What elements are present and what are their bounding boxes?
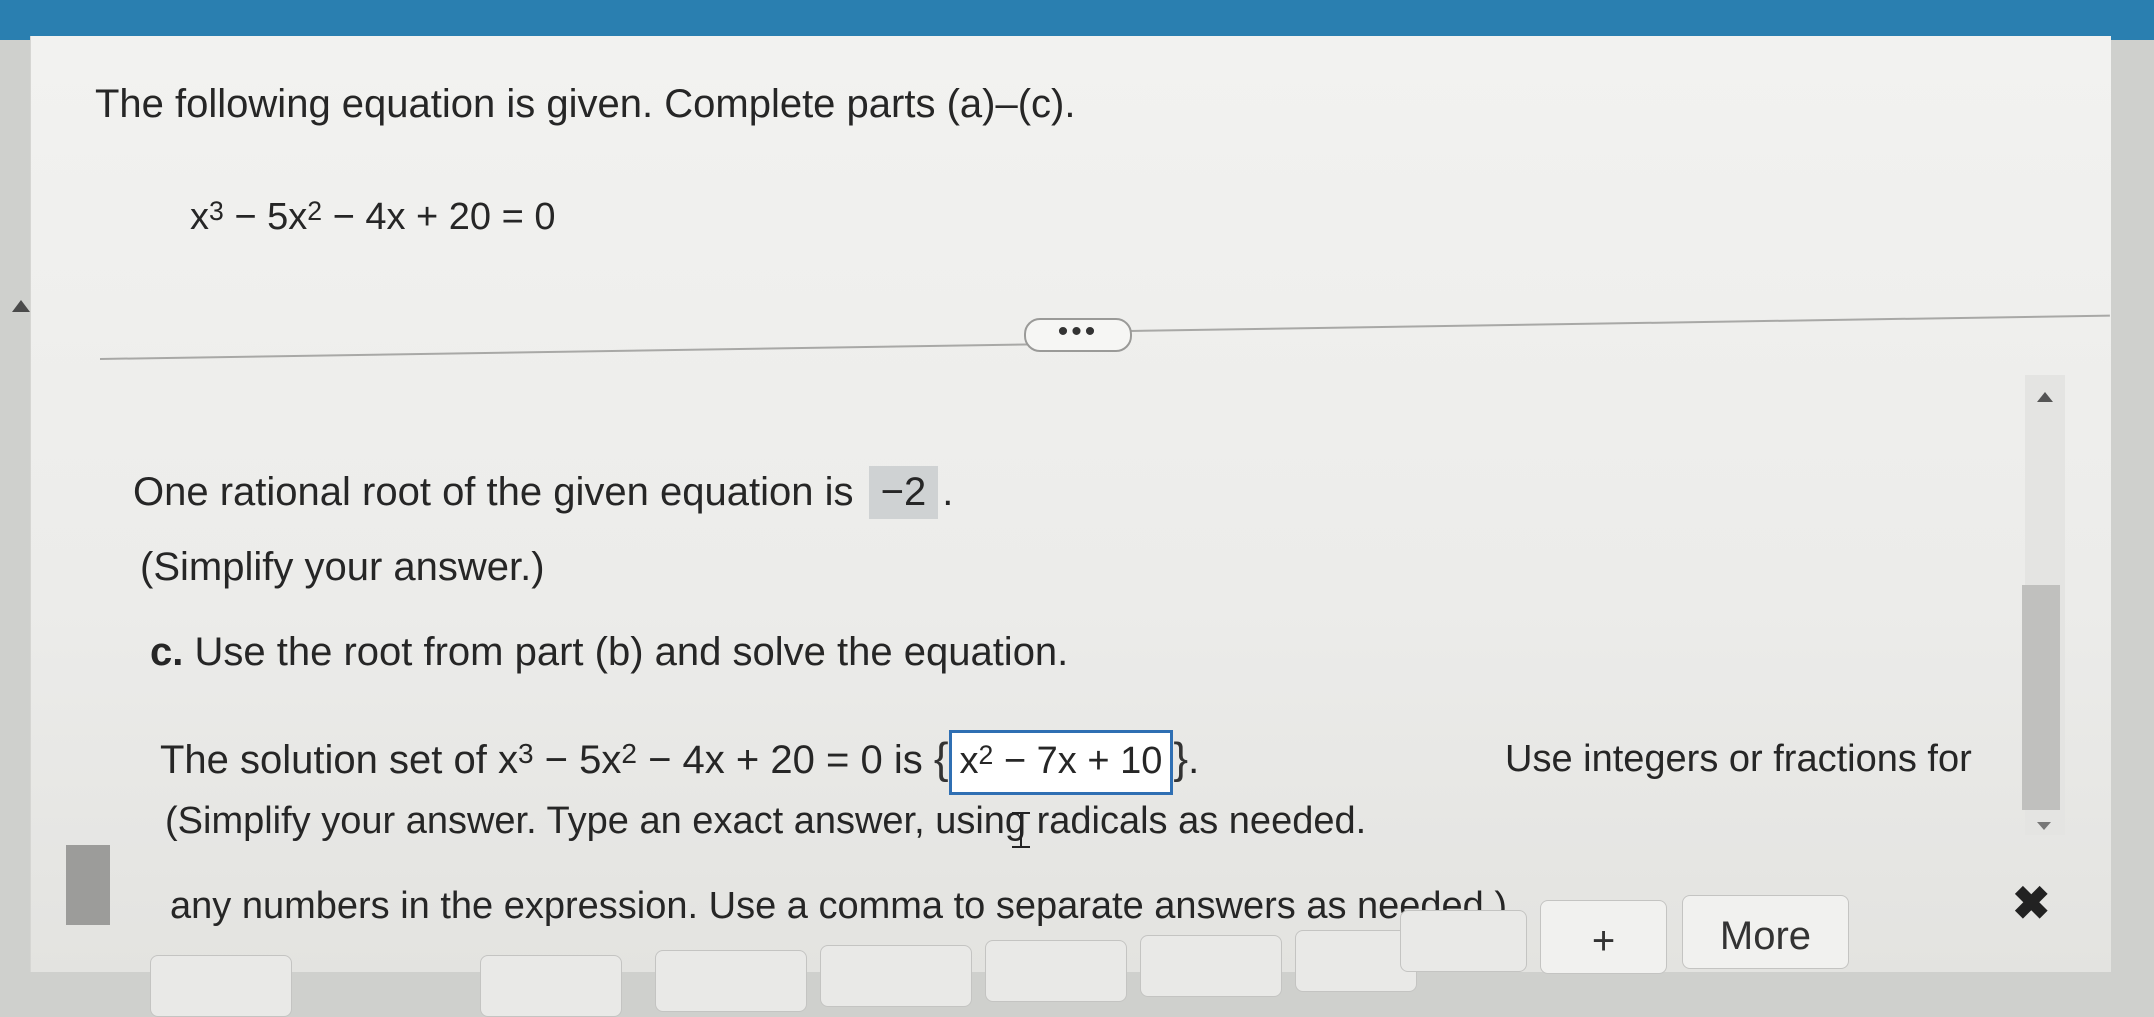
top-bar	[0, 0, 2154, 40]
instruction-line-2: (Simplify your answer. Type an exact ans…	[165, 800, 1367, 842]
part-b-answer: −2	[868, 466, 939, 519]
instruction-line-3: any numbers in the expression. Use a com…	[170, 885, 1508, 927]
plus-button[interactable]: +	[1540, 900, 1667, 974]
part-b-text: One rational root of the given equation …	[133, 470, 854, 514]
solution-input[interactable]: x2 − 7x + 10	[948, 730, 1174, 795]
part-c-letter: c.	[150, 630, 184, 674]
math-tool-button[interactable]	[1140, 935, 1282, 997]
part-c-heading: c. Use the root from part (b) and solve …	[150, 630, 1068, 675]
math-tool-button[interactable]	[150, 955, 292, 1017]
part-c-instruction: Use the root from part (b) and solve the…	[194, 630, 1069, 674]
close-icon[interactable]: ✖	[2012, 876, 2051, 930]
math-tool-button[interactable]	[655, 950, 807, 1012]
matrix-tool-button[interactable]	[1400, 910, 1527, 972]
scroll-down-icon[interactable]	[2037, 822, 2051, 830]
side-tab[interactable]	[66, 845, 110, 925]
math-tool-button[interactable]	[820, 945, 972, 1007]
question-prompt: The following equation is given. Complet…	[95, 82, 1076, 126]
math-tool-button[interactable]	[985, 940, 1127, 1002]
solution-prefix: The solution set of x3 − 5x2 − 4x + 20 =…	[160, 738, 923, 782]
math-tool-button[interactable]	[480, 955, 622, 1017]
part-b-period: .	[942, 470, 954, 514]
brace-open: {	[933, 734, 949, 783]
collapse-arrow-icon[interactable]	[12, 300, 30, 312]
solution-set-line: The solution set of x3 − 5x2 − 4x + 20 =…	[160, 730, 1199, 795]
more-button[interactable]: More	[1682, 895, 1849, 969]
simplify-note: (Simplify your answer.)	[140, 545, 545, 589]
instruction-text: Use integers or fractions for	[1505, 738, 1972, 780]
expand-steps-button[interactable]: •••	[1024, 317, 1132, 352]
given-equation: x3 − 5x2 − 4x + 20 = 0	[190, 195, 556, 238]
part-b-answer-line: One rational root of the given equation …	[133, 466, 953, 519]
scroll-up-icon[interactable]	[2037, 392, 2053, 402]
text-cursor-icon	[1012, 812, 1030, 848]
instruction-line-1: Use integers or fractions for	[1505, 738, 1972, 781]
scrollbar-thumb[interactable]	[2022, 585, 2060, 810]
math-tool-button[interactable]	[1295, 930, 1417, 992]
brace-close: }	[1173, 734, 1189, 783]
solution-period: .	[1188, 738, 1200, 782]
